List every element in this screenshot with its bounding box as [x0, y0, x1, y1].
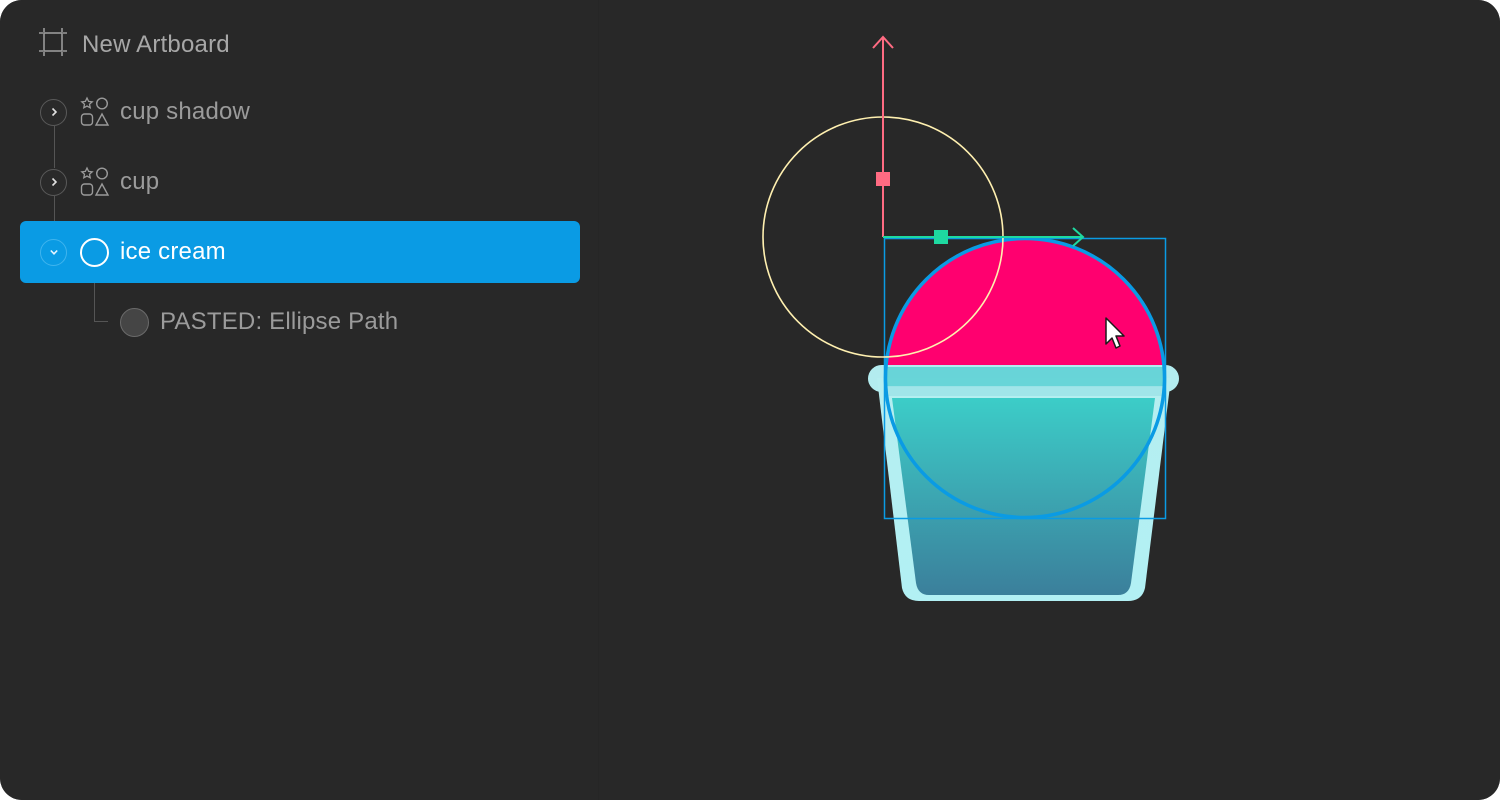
chevron-right-icon[interactable] [40, 98, 67, 126]
shapes-group-icon [79, 166, 111, 198]
cup-inner [892, 398, 1155, 595]
ellipse-icon [120, 307, 149, 337]
layer-row-ice-cream[interactable]: ice cream [20, 221, 580, 283]
tree-connector [94, 283, 95, 322]
layer-row-cup-shadow[interactable]: cup shadow [40, 81, 250, 143]
shapes-group-icon [79, 96, 111, 128]
layer-row-pasted-ellipse-path[interactable]: PASTED: Ellipse Path [120, 291, 398, 353]
canvas-artwork [762, 35, 1179, 601]
ice-cream-shape [884, 239, 1166, 380]
artboard-label: New Artboard [82, 31, 230, 58]
layer-label: PASTED: Ellipse Path [160, 308, 399, 335]
y-axis-handle [876, 172, 890, 186]
chevron-right-icon[interactable] [40, 168, 67, 196]
tree-connector [94, 321, 108, 322]
layer-row-cup[interactable]: cup [40, 151, 159, 213]
app-window: New Artboard cup shadow cup ice cream PA… [0, 0, 1500, 800]
chevron-down-icon[interactable] [40, 238, 67, 266]
x-axis-handle [934, 230, 948, 244]
layers-panel: New Artboard cup shadow cup ice cream PA… [0, 0, 599, 800]
layer-label: ice cream [120, 238, 226, 265]
layer-label: cup shadow [120, 98, 251, 125]
artboard-icon [38, 27, 68, 64]
layer-label: cup [120, 168, 160, 195]
canvas[interactable] [599, 0, 1500, 800]
artboard-row[interactable]: New Artboard [38, 14, 230, 76]
ellipse-icon [80, 237, 109, 267]
